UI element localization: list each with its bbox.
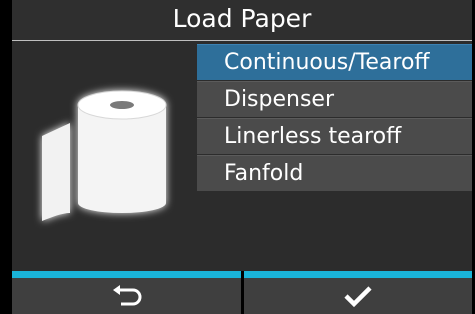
checkmark-icon	[344, 286, 372, 308]
back-button[interactable]	[12, 271, 241, 314]
confirm-button[interactable]	[243, 271, 472, 314]
paper-roll-icon	[42, 90, 167, 221]
menu-item-fanfold[interactable]: Fanfold	[197, 155, 472, 191]
softkey-bar	[12, 271, 472, 314]
page-title: Load Paper	[12, 0, 472, 41]
menu-item-linerless-tearoff[interactable]: Linerless tearoff	[197, 118, 472, 154]
printer-display: Load Paper Continuous/Tearoff Dispenser …	[0, 0, 475, 314]
content-panel: Continuous/Tearoff Dispenser Linerless t…	[12, 41, 472, 271]
illustration-area	[12, 41, 197, 271]
return-arrow-icon	[113, 285, 142, 306]
menu-item-continuous-tearoff[interactable]: Continuous/Tearoff	[197, 44, 472, 80]
menu-item-dispenser[interactable]: Dispenser	[197, 81, 472, 117]
load-paper-menu: Continuous/Tearoff Dispenser Linerless t…	[197, 44, 472, 192]
